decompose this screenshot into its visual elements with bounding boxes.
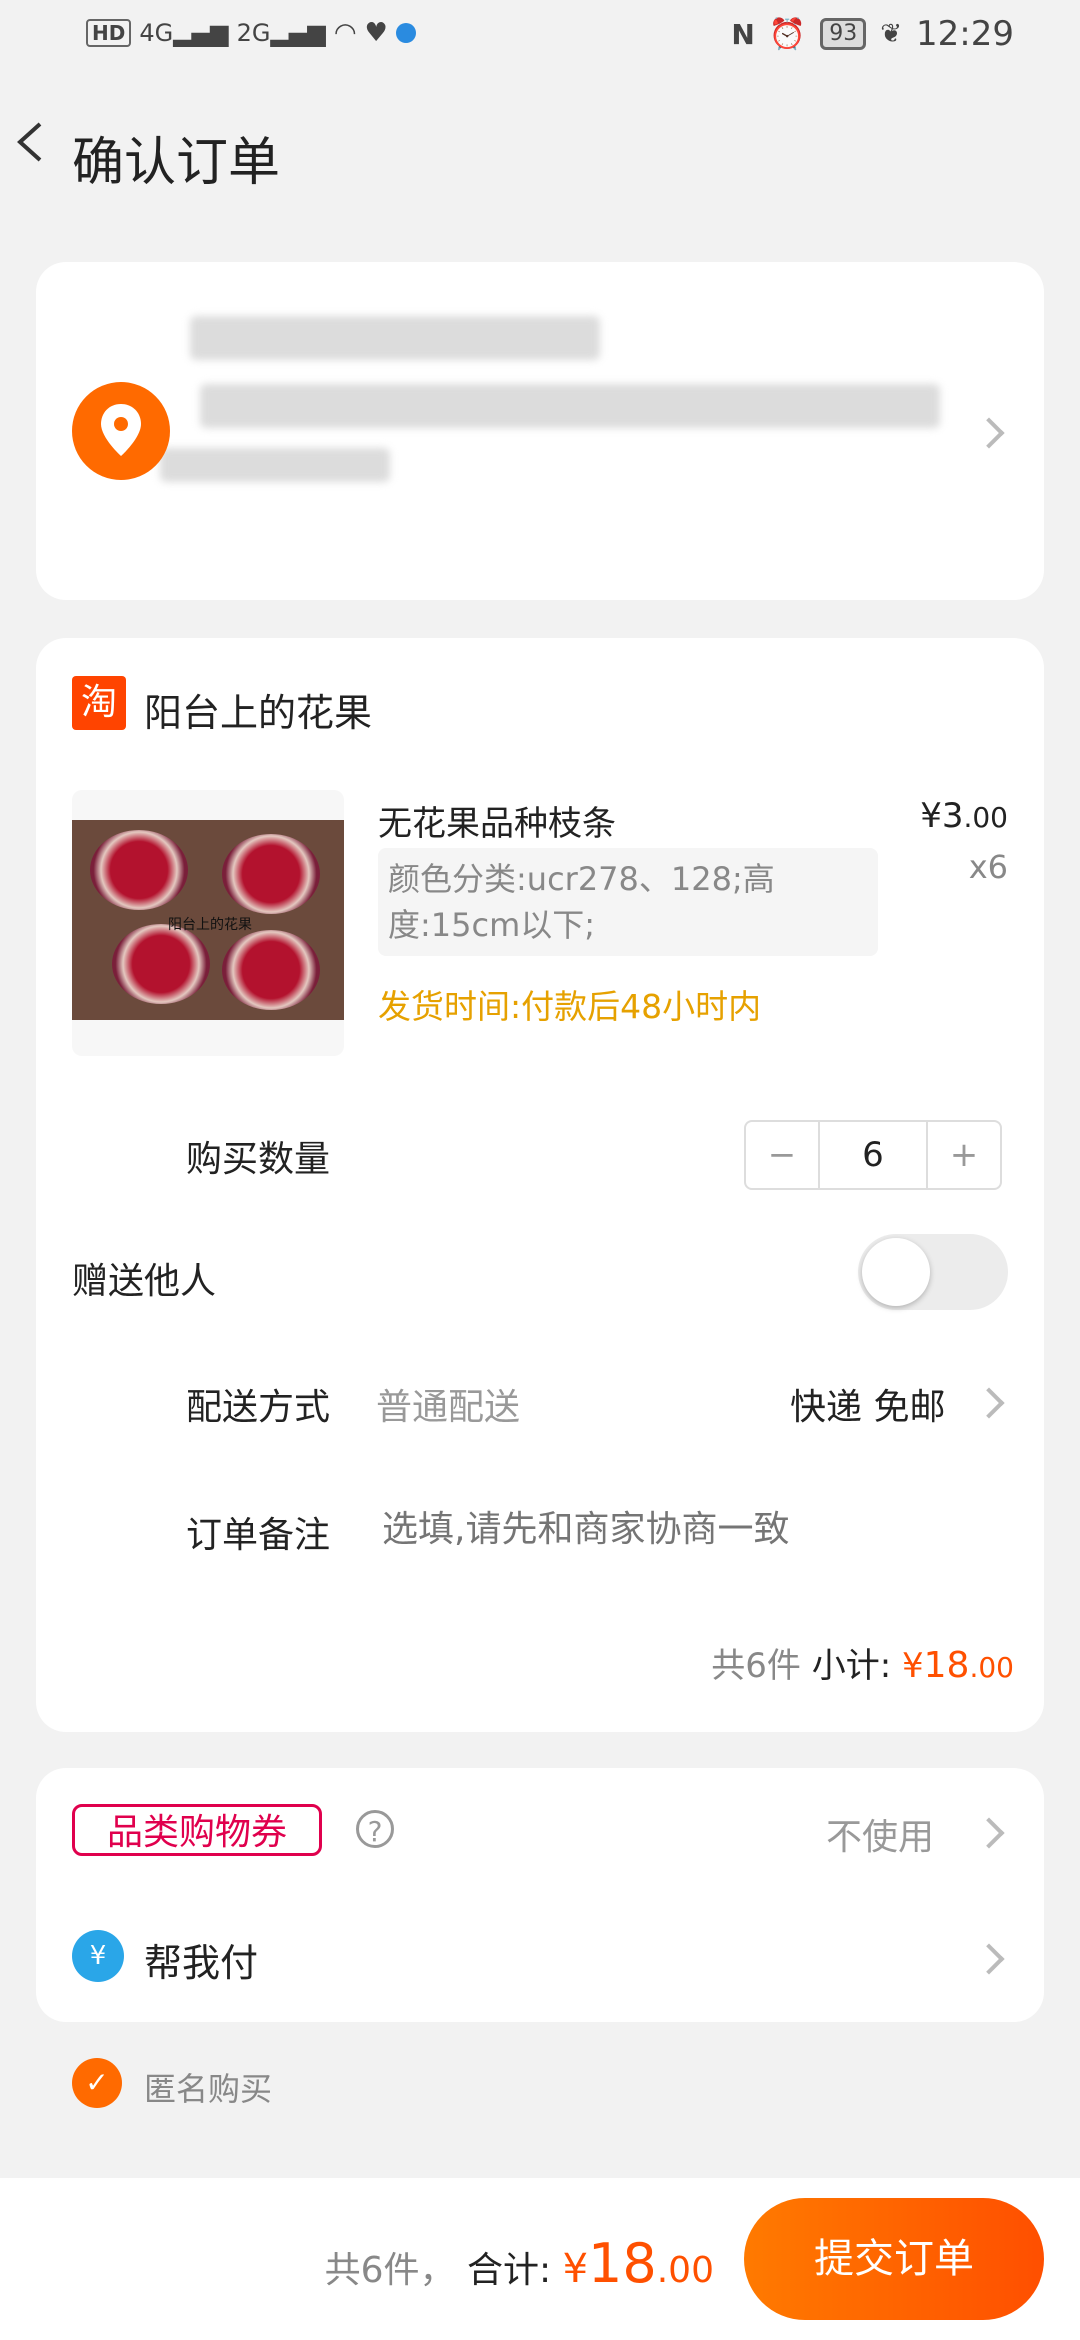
quantity-stepper[interactable]: − 6 +: [744, 1120, 1002, 1190]
anonymous-label[interactable]: 匿名购买: [144, 2064, 272, 2110]
address-name-blurred: [190, 316, 600, 360]
product-price: ¥3.00: [920, 796, 1008, 836]
delivery-method: 普通配送: [376, 1387, 521, 1428]
back-arrow-icon[interactable]: [10, 120, 50, 164]
nfc-icon: N: [731, 17, 755, 51]
coupon-value[interactable]: 不使用: [826, 1808, 934, 1860]
fig-half: [112, 924, 210, 1004]
help-icon[interactable]: ?: [356, 1810, 394, 1848]
subtotal-symbol: ¥: [902, 1646, 924, 1686]
fig-half: [222, 834, 320, 914]
taobao-logo-icon: 淘: [72, 676, 126, 730]
submit-order-button[interactable]: 提交订单: [744, 2198, 1044, 2320]
total-integer: 18: [588, 2232, 657, 2295]
quantity-label: 购买数量: [186, 1139, 331, 1180]
help-pay-icon: ¥: [72, 1930, 124, 1982]
status-left: HD 4G▂▄▆ 2G▂▄▆ ◠ ♥: [86, 18, 416, 48]
product-name: 无花果品种枝条: [378, 804, 616, 844]
address-card[interactable]: [36, 262, 1044, 600]
address-phone-blurred: [160, 448, 390, 482]
fig-half: [90, 830, 188, 910]
hd-indicator: HD: [86, 19, 132, 47]
subtotal-integer: 18: [923, 1645, 970, 1686]
subtotal-decimal: .00: [969, 1651, 1014, 1684]
quantity-value[interactable]: 6: [820, 1122, 926, 1188]
subtotal: 共6件 小计: ¥18.00: [711, 1638, 1014, 1687]
help-pay-label[interactable]: 帮我付: [144, 1932, 258, 1987]
subtotal-count: 共6件: [711, 1646, 801, 1686]
leaf-icon: ❦: [880, 19, 903, 49]
price-symbol: ¥: [920, 796, 942, 836]
delivery-option[interactable]: 快递 免邮: [790, 1378, 945, 1430]
quantity-plus-button[interactable]: +: [926, 1122, 1000, 1188]
wifi-icon: ◠: [333, 18, 357, 48]
price-decimal: .00: [963, 801, 1008, 834]
image-watermark: 阳台上的花果: [168, 917, 252, 933]
signal-4g-icon: 4G▂▄▆: [139, 19, 229, 47]
anonymous-checkbox[interactable]: ✓: [72, 2058, 122, 2108]
order-note-input[interactable]: [380, 1500, 984, 1558]
total-label: 合计:: [466, 2250, 552, 2291]
note-label: 订单备注: [186, 1515, 331, 1556]
clock: 12:29: [916, 14, 1014, 54]
gift-toggle-knob[interactable]: [862, 1238, 930, 1306]
location-pin-icon: [72, 382, 170, 480]
status-bar: HD 4G▂▄▆ 2G▂▄▆ ◠ ♥ N ⏰ 93 ❦ 12:29: [0, 0, 1080, 80]
total-count: 共6件，: [324, 2250, 456, 2291]
page-title: 确认订单: [72, 133, 281, 193]
battery-indicator: 93: [820, 18, 867, 50]
product-image[interactable]: 阳台上的花果: [72, 790, 344, 1056]
price-integer: 3: [941, 796, 964, 836]
shop-name[interactable]: 阳台上的花果: [144, 682, 372, 737]
subtotal-label: 小计:: [811, 1646, 892, 1686]
quantity-minus-button[interactable]: −: [746, 1122, 820, 1188]
fig-photo: 阳台上的花果: [72, 820, 344, 1020]
product-quantity: x6: [968, 848, 1008, 886]
app-icon: [395, 23, 416, 43]
address-detail-blurred: [200, 384, 940, 428]
delivery-label: 配送方式: [186, 1387, 331, 1428]
total-symbol: ¥: [562, 2246, 589, 2292]
health-icon: ♥: [364, 18, 388, 48]
fig-half: [222, 930, 320, 1010]
total-summary: 共6件， 合计: ¥18.00: [325, 2232, 714, 2295]
shipping-time: 发货时间:付款后48小时内: [378, 987, 762, 1026]
gift-label: 赠送他人: [72, 1261, 217, 1302]
category-coupon-badge[interactable]: 品类购物券: [72, 1804, 322, 1856]
alarm-icon: ⏰: [768, 16, 807, 52]
product-sku: 颜色分类:ucr278、128;高度:15cm以下;: [378, 848, 878, 956]
status-right: N ⏰ 93 ❦ 12:29: [731, 14, 1014, 54]
signal-2g-icon: 2G▂▄▆: [236, 19, 326, 47]
total-decimal: .00: [656, 2250, 714, 2291]
